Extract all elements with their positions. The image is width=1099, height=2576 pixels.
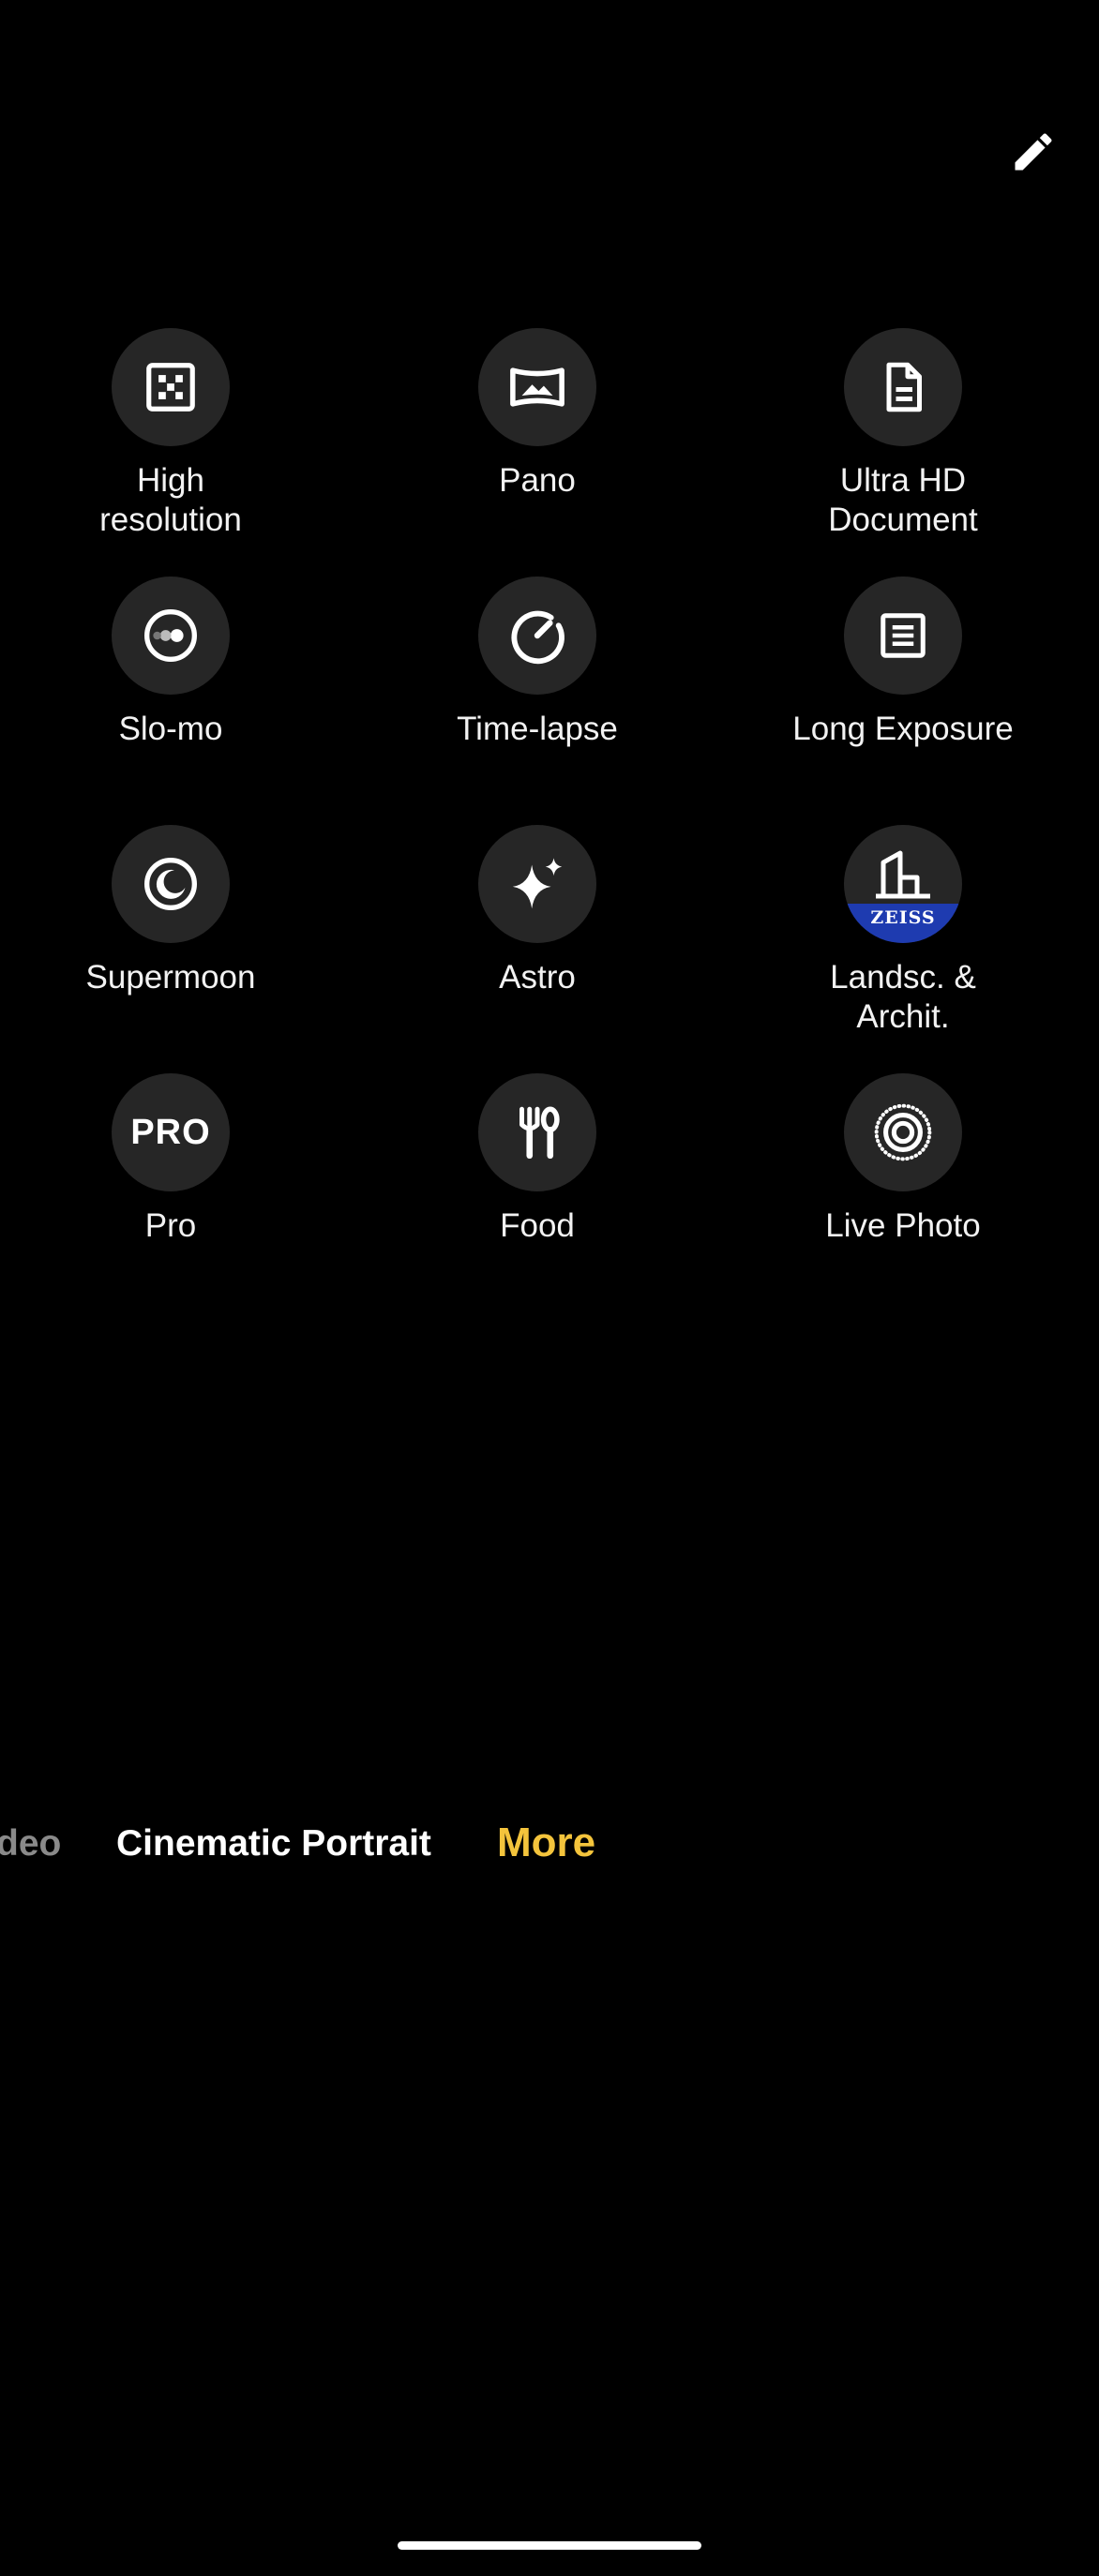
mode-icon-circle: [478, 825, 596, 943]
mode-time-lapse[interactable]: Time-lapse: [397, 577, 678, 749]
mode-high-resolution[interactable]: High resolution: [30, 328, 311, 540]
mode-label: Live Photo: [825, 1207, 981, 1244]
mode-label: High resolution: [99, 462, 242, 538]
mode-label: Ultra HD Document: [828, 462, 978, 538]
moon-icon: [144, 858, 197, 910]
mode-live-photo[interactable]: Live Photo: [762, 1073, 1044, 1246]
mode-icon-circle: PRO: [112, 1073, 230, 1191]
mode-icon-circle: ZEISS: [844, 825, 962, 943]
mode-label: Time-lapse: [457, 711, 618, 747]
mode-astro[interactable]: Astro: [397, 825, 678, 997]
mode-food[interactable]: Food: [397, 1073, 678, 1246]
home-indicator[interactable]: [398, 2541, 701, 2550]
mode-label: Pano: [499, 462, 576, 499]
mode-icon-circle: [478, 328, 596, 446]
mode-slo-mo[interactable]: Slo-mo: [30, 577, 311, 749]
sparkle-icon: [512, 858, 563, 909]
mode-landscape-architecture[interactable]: ZEISS Landsc. & Archit.: [762, 825, 1044, 1037]
mode-label: Food: [500, 1207, 575, 1244]
mode-icon-circle: [112, 328, 230, 446]
mode-tab-cinematic-portrait[interactable]: Cinematic Portrait: [116, 1823, 431, 1865]
fork-knife-icon: [519, 1106, 560, 1160]
mode-long-exposure[interactable]: Long Exposure: [762, 577, 1044, 749]
mode-label: Long Exposure: [792, 711, 1014, 747]
mode-label: Astro: [499, 959, 576, 996]
mode-label: Supermoon: [85, 959, 256, 996]
mode-supermoon[interactable]: Supermoon: [30, 825, 311, 997]
mode-pano[interactable]: Pano: [397, 328, 678, 501]
pano-icon: [510, 367, 565, 407]
mode-label: Landsc. & Archit.: [830, 959, 976, 1035]
live-photo-icon: [874, 1103, 932, 1161]
mode-icon-circle: [844, 328, 962, 446]
mode-icon-circle: [844, 1073, 962, 1191]
mode-pro[interactable]: PRO Pro: [30, 1073, 311, 1246]
long-exposure-icon: [881, 613, 926, 658]
mode-ultra-hd-document[interactable]: Ultra HD Document: [762, 328, 1044, 540]
time-lapse-icon: [511, 610, 565, 665]
document-icon: [886, 362, 922, 412]
mode-selector-bar[interactable]: deo Cinematic Portrait More: [0, 1820, 1099, 1880]
mode-tab-video[interactable]: deo: [0, 1823, 61, 1865]
high-resolution-icon: [146, 363, 195, 412]
mode-icon-circle: [112, 825, 230, 943]
mode-label: Pro: [144, 1207, 197, 1244]
mode-icon-circle: [844, 577, 962, 695]
mode-icon-circle: [478, 1073, 596, 1191]
pencil-icon: [1015, 133, 1052, 171]
zeiss-badge-text: ZEISS: [870, 907, 936, 928]
mode-icon-circle: [478, 577, 596, 695]
mode-label: Slo-mo: [118, 711, 223, 747]
edit-button[interactable]: [1003, 122, 1063, 182]
mode-tab-more[interactable]: More: [497, 1820, 595, 1866]
slo-mo-icon: [144, 609, 197, 662]
mode-icon-circle: [112, 577, 230, 695]
pro-icon: PRO: [130, 1112, 211, 1152]
